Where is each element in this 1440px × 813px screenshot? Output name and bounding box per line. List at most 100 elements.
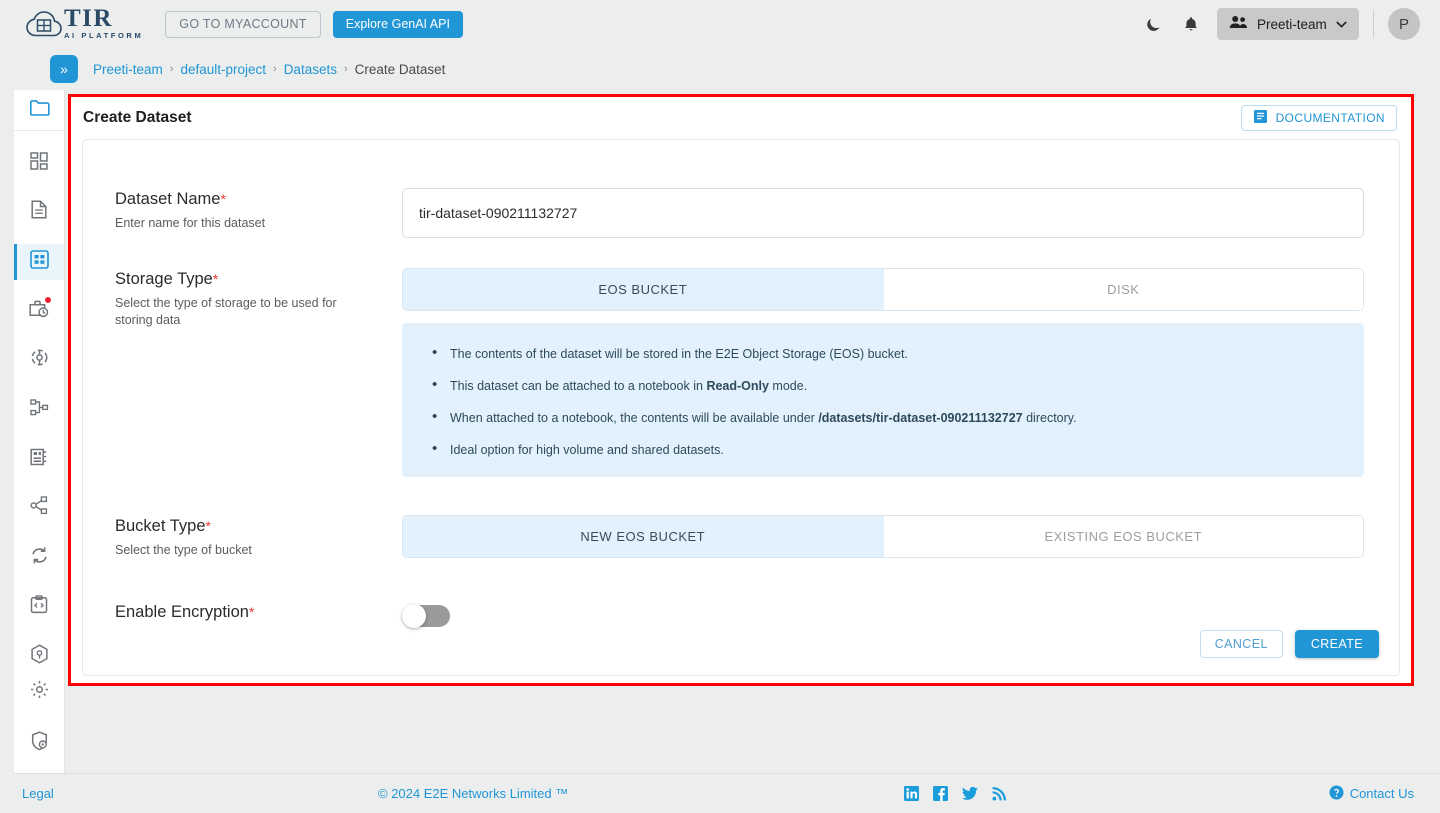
- dataset-name-input[interactable]: [402, 188, 1364, 238]
- team-selector[interactable]: Preeti-team: [1217, 8, 1359, 40]
- legal-link[interactable]: Legal: [22, 786, 54, 801]
- documentation-label: DOCUMENTATION: [1275, 111, 1385, 125]
- info-bullet: This dataset can be attached to a notebo…: [420, 376, 1346, 395]
- sidebar-item-models[interactable]: [14, 441, 64, 477]
- folder-icon: [29, 99, 50, 121]
- explore-genai-api-button[interactable]: Explore GenAI API: [332, 10, 463, 38]
- sidebar-item-security[interactable]: [14, 726, 64, 762]
- breadcrumb-item-datasets[interactable]: Datasets: [284, 62, 337, 77]
- app-header: TIR AI PLATFORM GO TO MYACCOUNT Explore …: [0, 0, 1440, 48]
- storage-type-info-box: The contents of the dataset will be stor…: [402, 323, 1364, 477]
- required-asterisk: *: [220, 191, 226, 207]
- share-nodes-icon: [29, 496, 49, 520]
- chevron-down-icon: [1336, 15, 1347, 33]
- dataset-form: Dataset Name* Enter name for this datase…: [82, 139, 1400, 676]
- storage-type-field-col: EOS BUCKET DISK The contents of the data…: [402, 268, 1399, 477]
- sidebar-item-settings[interactable]: [14, 674, 64, 710]
- enable-encryption-label: Enable Encryption*: [115, 603, 402, 622]
- left-sidebar: [14, 90, 65, 773]
- storage-type-tabs: EOS BUCKET DISK: [402, 268, 1364, 311]
- dataset-name-field-col: [402, 188, 1399, 238]
- tab-new-eos-bucket[interactable]: NEW EOS BUCKET: [403, 516, 883, 557]
- logo-wordmark: TIR AI PLATFORM: [64, 5, 144, 41]
- document-list-icon: [1253, 109, 1268, 127]
- toggle-knob: [402, 604, 426, 628]
- go-to-myaccount-button[interactable]: GO TO MYACCOUNT: [165, 10, 321, 38]
- grid-icon: [30, 151, 48, 175]
- sidebar-item-deployments[interactable]: [14, 491, 64, 527]
- sync-icon: [30, 546, 49, 570]
- info-bullet: When attached to a notebook, the content…: [420, 408, 1346, 427]
- facebook-icon[interactable]: [933, 786, 948, 801]
- team-name-label: Preeti-team: [1257, 16, 1327, 32]
- cube-icon: [30, 644, 49, 669]
- bucket-type-label: Bucket Type*: [115, 517, 402, 536]
- breadcrumb-item-team[interactable]: Preeti-team: [93, 62, 163, 77]
- moon-icon[interactable]: [1141, 12, 1165, 36]
- avatar[interactable]: P: [1388, 8, 1420, 40]
- page-footer: Legal © 2024 E2E Networks Limited ™ Cont…: [14, 773, 1440, 813]
- hierarchy-icon: [29, 398, 49, 422]
- required-asterisk: *: [248, 604, 255, 620]
- sidebar-item-containers[interactable]: [14, 639, 64, 675]
- documentation-button[interactable]: DOCUMENTATION: [1240, 105, 1397, 131]
- notification-badge: [44, 296, 52, 305]
- info-bullet: The contents of the dataset will be stor…: [420, 344, 1346, 363]
- sidebar-item-dashboard[interactable]: [14, 145, 64, 181]
- storage-type-label: Storage Type*: [115, 270, 402, 289]
- create-button[interactable]: CREATE: [1294, 630, 1379, 658]
- info-bullet-bold: Read-Only: [706, 379, 769, 393]
- enable-encryption-toggle[interactable]: [402, 604, 450, 628]
- code-clipboard-icon: [30, 595, 48, 619]
- contact-us-link[interactable]: Contact Us: [1329, 785, 1414, 803]
- sidebar-item-api-tokens[interactable]: [14, 589, 64, 625]
- sidebar-item-jobs[interactable]: [14, 293, 64, 329]
- linkedin-icon[interactable]: [904, 786, 919, 801]
- create-dataset-card: Create Dataset DOCUMENTATION Dataset Nam…: [68, 94, 1414, 686]
- tab-eos-bucket[interactable]: EOS BUCKET: [403, 269, 883, 310]
- required-asterisk: *: [212, 271, 219, 287]
- bucket-type-tabs: NEW EOS BUCKET EXISTING EOS BUCKET: [402, 515, 1364, 558]
- info-bullet: Ideal option for high volume and shared …: [420, 440, 1346, 459]
- breadcrumb-separator: ›: [343, 63, 348, 75]
- twitter-icon[interactable]: [962, 786, 978, 801]
- bucket-type-row: Bucket Type* Select the type of bucket N…: [83, 477, 1399, 559]
- storage-type-label-text: Storage Type: [115, 270, 213, 288]
- sidebar-item-datasets[interactable]: [14, 243, 64, 280]
- tab-disk[interactable]: DISK: [882, 269, 1363, 310]
- info-bullet-text: Ideal option for high volume and shared …: [450, 443, 724, 457]
- storage-type-label-col: Storage Type* Select the type of storage…: [83, 268, 402, 477]
- sidebar-item-projects-folder[interactable]: [14, 90, 64, 132]
- breadcrumb: Preeti-team › default-project › Datasets…: [93, 62, 445, 77]
- breadcrumb-item-current: Create Dataset: [354, 61, 446, 77]
- logo-title: TIR: [64, 5, 113, 32]
- storage-type-description: Select the type of storage to be used fo…: [115, 296, 337, 327]
- copyright-text: © 2024 E2E Networks Limited ™: [378, 786, 569, 801]
- sidebar-item-sync[interactable]: [14, 540, 64, 576]
- dataset-name-description: Enter name for this dataset: [115, 216, 266, 230]
- sidebar-item-notebooks[interactable]: [14, 195, 64, 231]
- cloud-logo-icon: [26, 10, 62, 38]
- bucket-type-description: Select the type of bucket: [115, 543, 252, 557]
- social-links: [904, 786, 1006, 801]
- bell-icon[interactable]: [1179, 12, 1203, 36]
- dataset-name-label: Dataset Name*: [115, 190, 402, 209]
- cancel-button[interactable]: CANCEL: [1199, 630, 1283, 658]
- info-bullet-text: This dataset can be attached to a notebo…: [450, 379, 707, 393]
- tab-existing-eos-bucket[interactable]: EXISTING EOS BUCKET: [882, 516, 1363, 557]
- dataset-name-row: Dataset Name* Enter name for this datase…: [83, 140, 1399, 238]
- rss-icon[interactable]: [992, 786, 1006, 801]
- sidebar-item-pipelines[interactable]: [14, 392, 64, 428]
- breadcrumb-bar: » Preeti-team › default-project › Datase…: [0, 48, 1440, 90]
- server-icon: [29, 448, 49, 471]
- sidebar-item-inference[interactable]: [14, 343, 64, 379]
- info-bullet-text-post: directory.: [1022, 411, 1077, 425]
- bucket-type-field-col: NEW EOS BUCKET EXISTING EOS BUCKET: [402, 515, 1399, 559]
- logo-subtitle: AI PLATFORM: [64, 31, 144, 40]
- app-logo: TIR AI PLATFORM: [26, 5, 144, 41]
- breadcrumb-item-project[interactable]: default-project: [180, 62, 266, 77]
- info-bullet-bold: /datasets/tir-dataset-090211132727: [818, 411, 1023, 425]
- contact-us-label: Contact Us: [1349, 786, 1414, 801]
- document-icon: [31, 200, 47, 224]
- expand-sidebar-button[interactable]: »: [50, 55, 78, 83]
